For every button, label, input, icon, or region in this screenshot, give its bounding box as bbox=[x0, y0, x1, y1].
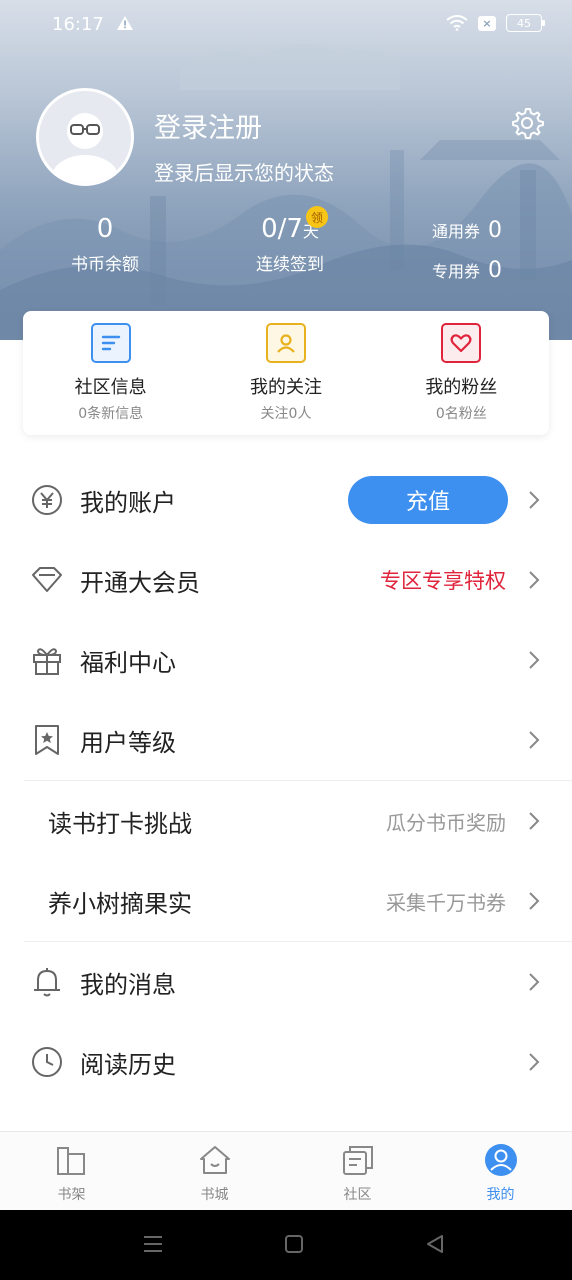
chevron-right-icon bbox=[529, 812, 540, 830]
menu-reading-challenge-label: 读书打卡挑战 bbox=[48, 809, 192, 838]
menu-account-label: 我的账户 bbox=[80, 488, 176, 517]
menu-row-welfare[interactable]: 福利中心 bbox=[0, 620, 572, 700]
my-fans-sub: 0名粉丝 bbox=[435, 406, 487, 422]
yen-icon bbox=[32, 485, 62, 515]
menu-level-label: 用户等级 bbox=[80, 728, 176, 757]
coin-balance-label: 书币余额 bbox=[71, 255, 139, 275]
nav-community-label: 社区 bbox=[343, 1187, 372, 1203]
my-fans-title: 我的粉丝 bbox=[425, 377, 498, 398]
community-info[interactable]: 社区信息 0条新信息 bbox=[23, 311, 198, 435]
menu-row-vip[interactable]: 开通大会员 专区专享特权 bbox=[0, 540, 572, 620]
general-coupon[interactable]: 通用券 0 bbox=[432, 218, 502, 243]
general-coupon-label: 通用券 bbox=[431, 222, 480, 241]
avatar[interactable] bbox=[36, 88, 134, 186]
nav-bookshelf[interactable]: 书架 bbox=[0, 1132, 143, 1210]
wifi-icon bbox=[446, 15, 468, 31]
sign-in-label: 连续签到 bbox=[256, 255, 324, 275]
chevron-right-icon bbox=[529, 571, 540, 589]
login-register-link[interactable]: 登录注册 bbox=[154, 106, 262, 145]
continuous-sign-in[interactable]: 0/7天 连续签到 bbox=[230, 214, 350, 275]
diamond-icon bbox=[32, 567, 62, 592]
community-info-sub: 0条新信息 bbox=[78, 406, 144, 422]
coin-balance[interactable]: 0 书币余额 bbox=[50, 214, 160, 275]
menu-row-reading-challenge[interactable]: 读书打卡挑战 瓜分书币奖励 bbox=[0, 781, 572, 861]
level-badge-icon bbox=[35, 725, 59, 755]
special-coupon-label: 专用券 bbox=[431, 262, 480, 281]
following-person-icon bbox=[265, 323, 306, 363]
reading-challenge-reward: 瓜分书币奖励 bbox=[386, 810, 506, 835]
no-sim-icon: × bbox=[478, 15, 496, 31]
menu-tree-label: 养小树摘果实 bbox=[48, 889, 192, 918]
chevron-right-icon bbox=[529, 892, 540, 910]
bookshelf-icon bbox=[56, 1147, 85, 1175]
system-nav-bar bbox=[0, 1210, 572, 1280]
bell-icon bbox=[34, 968, 60, 997]
special-coupon[interactable]: 专用券 0 bbox=[432, 258, 502, 283]
nav-mine-label: 我的 bbox=[486, 1187, 515, 1203]
vip-privilege-text: 专区专享特权 bbox=[380, 569, 506, 593]
coin-balance-value: 0 bbox=[96, 214, 114, 244]
settings-gear-icon[interactable] bbox=[510, 106, 544, 140]
chevron-right-icon bbox=[529, 651, 540, 669]
chevron-right-icon bbox=[529, 973, 540, 991]
menu-row-history[interactable]: 阅读历史 bbox=[0, 1022, 572, 1102]
bookstore-home-icon bbox=[199, 1146, 230, 1174]
fans-heart-icon bbox=[441, 323, 482, 363]
menu-row-messages[interactable]: 我的消息 bbox=[0, 942, 572, 1022]
nav-bookstore-label: 书城 bbox=[200, 1187, 229, 1203]
home-icon[interactable] bbox=[283, 1233, 305, 1255]
menu-list: 我的账户 充值 开通大会员 专区专享特权 福利中心 用户等级 读书打卡挑战 瓜分… bbox=[0, 460, 572, 1182]
menu-row-account[interactable]: 我的账户 充值 bbox=[0, 460, 572, 540]
profile-active-icon bbox=[484, 1144, 517, 1176]
login-subtitle: 登录后显示您的状态 bbox=[154, 161, 334, 185]
sign-in-value: 0/7 bbox=[261, 214, 303, 244]
chevron-right-icon bbox=[529, 731, 540, 749]
nav-mine[interactable]: 我的 bbox=[429, 1132, 572, 1210]
my-following-sub: 关注0人 bbox=[260, 406, 312, 422]
menu-vip-label: 开通大会员 bbox=[80, 568, 200, 597]
community-message-icon bbox=[90, 323, 131, 363]
menu-row-tree[interactable]: 养小树摘果实 采集千万书券 bbox=[0, 861, 572, 941]
tree-reward: 采集千万书券 bbox=[386, 890, 506, 915]
nav-bookshelf-label: 书架 bbox=[57, 1187, 86, 1203]
menu-icon[interactable] bbox=[142, 1233, 164, 1255]
bottom-nav: 书架 书城 社区 我的 bbox=[0, 1131, 572, 1210]
status-bar: 16:17 × 45 bbox=[0, 0, 572, 52]
special-coupon-value: 0 bbox=[488, 258, 502, 283]
nav-bookstore[interactable]: 书城 bbox=[143, 1132, 286, 1210]
menu-welfare-label: 福利中心 bbox=[80, 648, 176, 677]
menu-row-level[interactable]: 用户等级 bbox=[0, 700, 572, 780]
community-info-title: 社区信息 bbox=[74, 377, 147, 398]
chevron-right-icon bbox=[529, 1053, 540, 1071]
claim-badge[interactable]: 领 bbox=[306, 206, 328, 228]
clock-icon bbox=[32, 1047, 62, 1077]
nav-community[interactable]: 社区 bbox=[286, 1132, 429, 1210]
default-avatar-icon bbox=[39, 91, 131, 183]
my-following[interactable]: 我的关注 关注0人 bbox=[198, 311, 373, 435]
quick-access-card: 社区信息 0条新信息 我的关注 关注0人 我的粉丝 0名粉丝 bbox=[23, 311, 549, 435]
battery-indicator: 45 bbox=[506, 14, 545, 32]
menu-history-label: 阅读历史 bbox=[80, 1050, 176, 1079]
menu-messages-label: 我的消息 bbox=[80, 970, 176, 999]
status-time: 16:17 bbox=[52, 14, 104, 35]
general-coupon-value: 0 bbox=[488, 218, 502, 243]
chevron-right-icon bbox=[529, 491, 540, 509]
back-icon[interactable] bbox=[424, 1233, 446, 1255]
gift-icon bbox=[33, 648, 61, 675]
my-fans[interactable]: 我的粉丝 0名粉丝 bbox=[374, 311, 549, 435]
recharge-button[interactable]: 充值 bbox=[348, 476, 508, 524]
warning-icon bbox=[117, 16, 133, 30]
community-icon bbox=[342, 1146, 373, 1175]
my-following-title: 我的关注 bbox=[249, 377, 322, 398]
